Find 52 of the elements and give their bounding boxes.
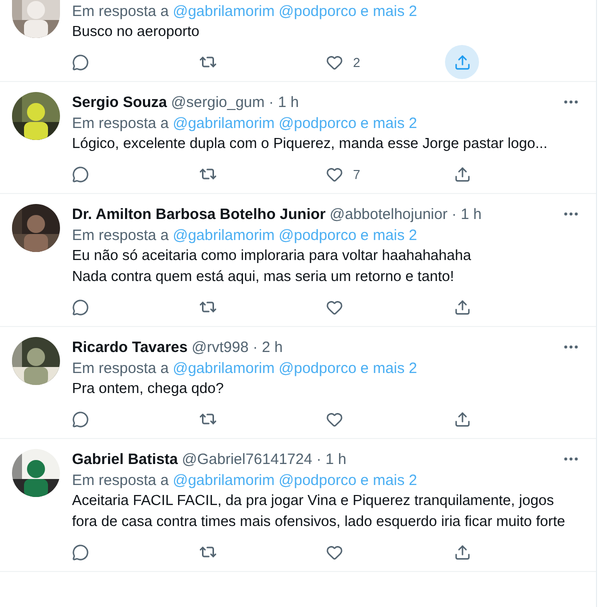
reply-icon[interactable] — [72, 410, 89, 428]
like-icon[interactable] — [326, 544, 343, 560]
like-icon[interactable] — [326, 410, 343, 428]
like-icon[interactable] — [326, 54, 343, 70]
like-count: 2 — [353, 54, 360, 70]
author-handle-time: @Gabriel76141724 · 1 h — [182, 450, 346, 468]
tweet-text: Aceitaria FACIL FACIL, da pra jogar Vina e Piquerez tranquilamente, jogos fora de casa contra times mais ofensivos, lado esquerdo iria ficar muito forte — [72, 492, 566, 532]
mention-link[interactable]: @podporco — [278, 471, 356, 491]
share-icon — [454, 410, 470, 428]
reply-label: Em resposta a — [72, 359, 169, 379]
like-icon[interactable] — [326, 166, 343, 182]
author-handle-time: @rvt998 · 2 h — [192, 338, 283, 356]
mention-link[interactable]: @gabrilamorim — [172, 114, 275, 134]
more-mentions-link[interactable]: e mais 2 — [360, 359, 418, 379]
author-handle-time: @sergio_gum · 1 h — [171, 94, 299, 110]
more-mentions-link[interactable]: e mais 2 — [360, 2, 418, 22]
reply-label: Em resposta a — [72, 114, 169, 134]
tweet-text: Nada contra quem está aqui, mas seria um retorno e tanto! — [72, 268, 456, 287]
share-icon — [454, 298, 470, 316]
author-name[interactable]: Gabriel Batista — [72, 450, 178, 468]
mention-link[interactable]: @gabrilamorim — [172, 226, 275, 246]
author-name[interactable]: Dr. Amilton Barbosa Botelho Junior — [72, 206, 326, 222]
mention-link[interactable]: @podporco — [278, 226, 356, 246]
author-handle-time: @abbotelhojunior · 1 h — [330, 206, 482, 222]
like-icon[interactable] — [326, 298, 343, 316]
reply-icon[interactable] — [72, 544, 89, 560]
reply-label: Em resposta a — [72, 471, 169, 491]
reply-label: Em resposta a — [72, 226, 169, 246]
mention-link[interactable]: @gabrilamorim — [172, 359, 275, 379]
reply-label: Em resposta a — [72, 2, 169, 22]
more-mentions-link[interactable]: e mais 2 — [360, 114, 418, 134]
mention-link[interactable]: @gabrilamorim — [172, 2, 275, 22]
like-count: 7 — [353, 166, 360, 182]
author-name[interactable]: Ricardo Tavares — [72, 338, 188, 356]
more-mentions-link[interactable]: e mais 2 — [360, 471, 418, 491]
more-mentions-link[interactable]: e mais 2 — [360, 226, 418, 246]
reply-icon[interactable] — [72, 166, 89, 182]
author-name[interactable]: Sergio Souza — [72, 94, 168, 110]
share-icon — [454, 54, 470, 70]
tweet-text: Pra ontem, chega qdo? — [72, 380, 225, 399]
tweet-text: Busco no aeroporto — [72, 23, 200, 42]
tweet-text: Eu não só aceitaria como imploraria para voltar haahahahaha — [72, 247, 472, 266]
reply-icon[interactable] — [72, 54, 89, 70]
share-icon — [454, 166, 470, 182]
mention-link[interactable]: @podporco — [278, 2, 356, 22]
mention-link[interactable]: @podporco — [278, 114, 356, 134]
mention-link[interactable]: @gabrilamorim — [172, 471, 275, 491]
share-icon — [454, 544, 470, 560]
reply-icon[interactable] — [72, 298, 89, 316]
mention-link[interactable]: @podporco — [278, 359, 356, 379]
tweet-text: Lógico, excelente dupla com o Piquerez, manda esse Jorge pastar logo... — [72, 135, 548, 154]
share-button[interactable] — [445, 45, 479, 79]
